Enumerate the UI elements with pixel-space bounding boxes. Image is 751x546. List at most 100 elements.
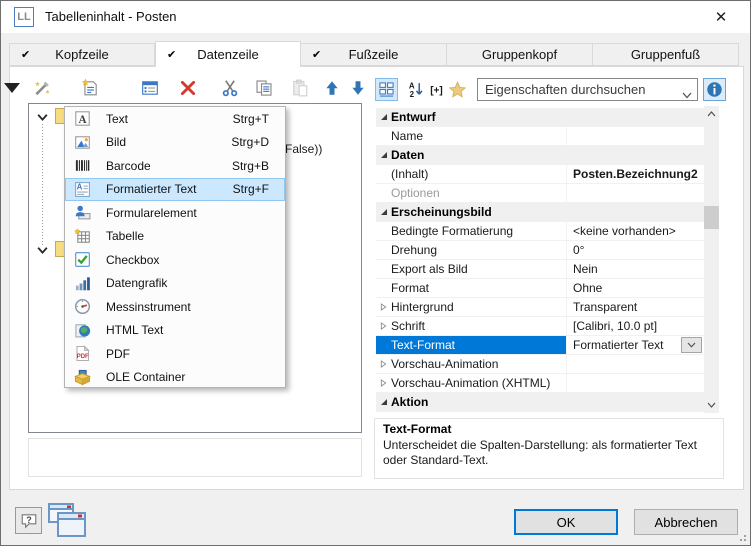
- property-value-text: Nein: [573, 262, 598, 276]
- menu-item-formatierter-text[interactable]: AFormatierter TextStrg+F: [65, 178, 285, 202]
- dropdown-button[interactable]: [681, 337, 702, 353]
- property-section-entwurf[interactable]: Entwurf: [376, 108, 704, 127]
- scroll-up-icon[interactable]: [704, 106, 719, 122]
- property-row-drehung[interactable]: Drehung0°: [376, 241, 704, 260]
- tab-gruppenkopf[interactable]: Gruppenkopf: [447, 43, 593, 66]
- text-icon: A: [72, 109, 92, 129]
- property-value[interactable]: <keine vorhanden>: [566, 222, 704, 240]
- tab-label: Gruppenfuß: [631, 47, 700, 62]
- close-button[interactable]: ✕: [700, 1, 742, 33]
- svg-text:2: 2: [410, 90, 415, 98]
- sort-alphabetical-button[interactable]: A2: [404, 78, 427, 101]
- tab-check-icon: ✔: [167, 48, 176, 61]
- expand-all-button[interactable]: [+]: [425, 78, 448, 101]
- categorized-view-button[interactable]: [375, 78, 398, 101]
- row-gutter: [376, 336, 391, 354]
- favorites-button[interactable]: [446, 78, 469, 101]
- expand-icon[interactable]: [376, 317, 391, 335]
- property-value[interactable]: [566, 374, 704, 392]
- property-description-panel: Text-Format Unterscheidet die Spalten-Da…: [374, 418, 724, 479]
- scroll-down-icon[interactable]: [704, 397, 719, 413]
- expand-icon[interactable]: [376, 355, 391, 373]
- menu-item-shortcut: Strg+F: [233, 182, 277, 196]
- tree-expander-icon[interactable]: [36, 111, 49, 124]
- property-row-vorschau-animation-xhtml[interactable]: Vorschau-Animation (XHTML): [376, 374, 704, 393]
- copy-button[interactable]: [253, 77, 275, 99]
- tab-fußzeile[interactable]: ✔Fußzeile: [301, 43, 447, 66]
- row-gutter: [376, 279, 391, 297]
- menu-item-tabelle[interactable]: Tabelle: [65, 225, 285, 249]
- menu-item-label: OLE Container: [106, 370, 185, 384]
- resize-grip[interactable]: [737, 532, 747, 542]
- cut-icon: [221, 79, 239, 97]
- property-section-erscheinungsbild[interactable]: Erscheinungsbild: [376, 203, 704, 222]
- property-value[interactable]: [Calibri, 10.0 pt]: [566, 317, 704, 335]
- menu-item-checkbox[interactable]: Checkbox: [65, 248, 285, 272]
- insert-element-menu: ATextStrg+TBildStrg+DBarcodeStrg+BAForma…: [64, 106, 286, 388]
- move-down-button[interactable]: [347, 77, 369, 99]
- property-row-optionen[interactable]: Optionen: [376, 184, 704, 203]
- menu-item-pdf[interactable]: PDFPDF: [65, 342, 285, 366]
- cancel-button[interactable]: Abbrechen: [634, 509, 738, 535]
- property-row-export-als-bild[interactable]: Export als BildNein: [376, 260, 704, 279]
- wizard-button[interactable]: [31, 77, 53, 99]
- property-row-inhalt[interactable]: (Inhalt)Posten.Bezeichnung2: [376, 165, 704, 184]
- menu-item-ole-container[interactable]: OLE Container: [65, 366, 285, 390]
- menu-item-html-text[interactable]: HTML Text: [65, 319, 285, 343]
- property-row-name[interactable]: Name: [376, 127, 704, 146]
- menu-item-shortcut: Strg+D: [231, 135, 277, 149]
- info-button[interactable]: [703, 78, 726, 101]
- property-row-format[interactable]: FormatOhne: [376, 279, 704, 298]
- new-element-button[interactable]: [79, 77, 101, 99]
- delete-button[interactable]: [177, 77, 199, 99]
- element-properties-button[interactable]: [139, 77, 161, 99]
- menu-item-datengrafik[interactable]: Datengrafik: [65, 272, 285, 296]
- property-value[interactable]: [566, 127, 704, 145]
- property-row-text-format[interactable]: Text-FormatFormatierter Text: [376, 336, 704, 355]
- help-button[interactable]: ?: [15, 507, 42, 534]
- property-value-text: <keine vorhanden>: [573, 224, 676, 238]
- app-icon: LL: [14, 7, 34, 27]
- menu-item-text[interactable]: ATextStrg+T: [65, 107, 285, 131]
- tab-datenzeile[interactable]: ✔Datenzeile: [155, 41, 301, 67]
- row-gutter: [376, 184, 391, 202]
- cut-button[interactable]: [219, 77, 241, 99]
- property-value[interactable]: Ohne: [566, 279, 704, 297]
- tab-gruppenfuß[interactable]: Gruppenfuß: [593, 43, 739, 66]
- menu-item-barcode[interactable]: BarcodeStrg+B: [65, 154, 285, 178]
- property-value[interactable]: Formatierter Text: [566, 336, 704, 354]
- property-label: Hintergrund: [391, 300, 566, 314]
- property-row-bedingte-formatierung[interactable]: Bedingte Formatierung<keine vorhanden>: [376, 222, 704, 241]
- html-icon: [72, 320, 92, 340]
- new-element-arrow-button[interactable]: [1, 77, 23, 99]
- move-up-button[interactable]: [321, 77, 343, 99]
- scrollbar-thumb[interactable]: [704, 206, 719, 229]
- scrollbar[interactable]: [704, 106, 719, 413]
- layout-windows-icon[interactable]: [47, 502, 89, 540]
- expand-icon[interactable]: [376, 298, 391, 316]
- property-row-hintergrund[interactable]: HintergrundTransparent: [376, 298, 704, 317]
- property-value[interactable]: 0°: [566, 241, 704, 259]
- menu-item-formularelement[interactable]: Formularelement: [65, 201, 285, 225]
- property-value[interactable]: Transparent: [566, 298, 704, 316]
- copy-icon: [255, 79, 273, 97]
- property-row-schrift[interactable]: Schrift[Calibri, 10.0 pt]: [376, 317, 704, 336]
- help-icon: ?: [20, 512, 38, 530]
- property-row-vorschau-animation[interactable]: Vorschau-Animation: [376, 355, 704, 374]
- property-section-daten[interactable]: Daten: [376, 146, 704, 165]
- expand-icon[interactable]: [376, 374, 391, 392]
- menu-item-messinstrument[interactable]: Messinstrument: [65, 295, 285, 319]
- property-section-aktion[interactable]: Aktion: [376, 393, 704, 412]
- arrow-up-icon: [323, 79, 341, 97]
- categorized-icon: [378, 81, 395, 98]
- tree-expander-icon[interactable]: [36, 244, 49, 257]
- property-value[interactable]: Nein: [566, 260, 704, 278]
- data-graphic-icon: [72, 273, 92, 293]
- tab-kopfzeile[interactable]: ✔Kopfzeile: [9, 43, 155, 66]
- property-value[interactable]: [566, 355, 704, 373]
- property-value[interactable]: [566, 184, 704, 202]
- menu-item-bild[interactable]: BildStrg+D: [65, 131, 285, 155]
- property-value[interactable]: Posten.Bezeichnung2: [566, 165, 704, 183]
- ok-button[interactable]: OK: [514, 509, 618, 535]
- search-input[interactable]: [477, 78, 698, 101]
